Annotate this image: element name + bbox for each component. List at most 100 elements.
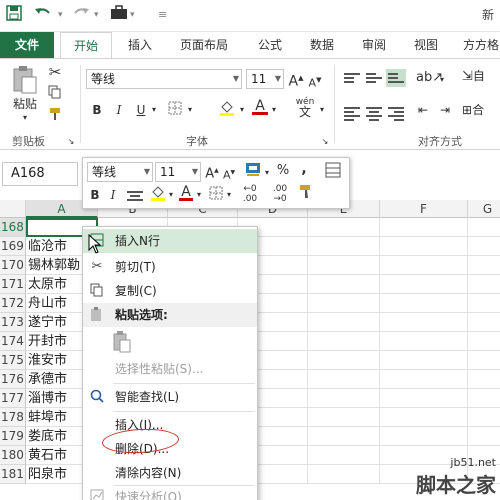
mini-italic-button[interactable]: I [107, 186, 119, 204]
cell[interactable] [308, 313, 380, 332]
mini-align-center-icon[interactable] [127, 189, 143, 203]
cell[interactable] [380, 256, 468, 275]
cell[interactable] [468, 237, 500, 256]
cell[interactable] [468, 370, 500, 389]
paste-dropdown-icon[interactable]: ▾ [10, 109, 40, 127]
cell[interactable] [308, 218, 380, 237]
cell[interactable] [380, 313, 468, 332]
cell[interactable] [308, 465, 380, 484]
row-header[interactable]: 177 [0, 389, 26, 408]
cell[interactable] [308, 275, 380, 294]
menu-paste-special[interactable]: 选择性粘贴(S)... [83, 357, 257, 381]
align-center-icon[interactable] [366, 105, 382, 121]
mini-format-icon[interactable] [323, 162, 343, 183]
cell[interactable] [468, 408, 500, 427]
font-color-button[interactable]: A [252, 97, 268, 115]
menu-clear-contents[interactable]: 清除内容(N) [83, 461, 257, 485]
underline-button[interactable]: U [134, 101, 148, 119]
row-header[interactable]: 176 [0, 370, 26, 389]
underline-dropdown-icon[interactable]: ▾ [150, 101, 158, 119]
increase-indent-icon[interactable]: ⇥ [436, 101, 454, 119]
grow-font-button[interactable]: A▲ [288, 69, 304, 91]
tab-formulas[interactable]: 公式 [248, 32, 292, 58]
clipboard-launcher-icon[interactable]: ↘ [66, 133, 76, 151]
row-header[interactable]: 172 [0, 294, 26, 313]
cell[interactable] [468, 313, 500, 332]
align-right-icon[interactable] [388, 105, 404, 121]
mini-percent-button[interactable]: % [275, 162, 291, 180]
mini-font-color-button[interactable]: A [179, 183, 193, 201]
font-size-select[interactable]: 11 ▼ [246, 69, 284, 89]
merge-center-button[interactable]: ⊞合 [462, 101, 500, 119]
row-header[interactable]: 169 [0, 237, 26, 256]
mini-format-painter-icon[interactable] [297, 184, 315, 205]
mini-borders-dropdown-icon[interactable]: ▾ [225, 186, 233, 204]
tab-data[interactable]: 数据 [300, 32, 344, 58]
customize-qat-icon[interactable]: ≡ [158, 5, 167, 25]
tab-review[interactable]: 审阅 [352, 32, 396, 58]
align-top-icon[interactable] [344, 71, 360, 85]
decrease-indent-icon[interactable]: ⇤ [414, 101, 432, 119]
tab-view[interactable]: 视图 [404, 32, 448, 58]
row-header[interactable]: 178 [0, 408, 26, 427]
menu-cut[interactable]: ✂ 剪切(T) [83, 255, 257, 279]
mini-font-name-select[interactable]: 等线 ▼ [87, 162, 153, 182]
redo-dropdown-icon[interactable]: ▾ [94, 5, 99, 25]
undo-dropdown-icon[interactable]: ▾ [58, 5, 63, 25]
row-header[interactable]: 174 [0, 332, 26, 351]
paste-icon[interactable] [10, 65, 40, 95]
menu-copy[interactable]: 复制(C) [83, 279, 257, 303]
cell[interactable] [380, 370, 468, 389]
row-header[interactable]: 180 [0, 446, 26, 465]
cell[interactable] [380, 237, 468, 256]
cell[interactable] [380, 218, 468, 237]
copy-icon[interactable] [46, 85, 64, 104]
mini-font-color-dropdown-icon[interactable]: ▾ [195, 186, 203, 204]
undo-icon[interactable] [34, 5, 52, 25]
cell[interactable] [468, 256, 500, 275]
mini-increase-decimal-button[interactable]: ←0.00 [237, 184, 263, 204]
cell[interactable] [308, 427, 380, 446]
phonetic-dropdown-icon[interactable]: ▾ [318, 101, 326, 119]
row-header[interactable]: 168 [0, 218, 26, 237]
align-middle-icon[interactable] [366, 71, 382, 85]
mini-borders-icon[interactable] [207, 186, 225, 205]
mini-comma-button[interactable]: , [297, 160, 311, 178]
cell[interactable] [380, 275, 468, 294]
font-launcher-icon[interactable]: ↘ [320, 133, 330, 151]
orientation-icon[interactable]: ab↗ [416, 69, 443, 87]
row-header[interactable]: 179 [0, 427, 26, 446]
tab-page-layout[interactable]: 页面布局 [170, 32, 238, 58]
cell[interactable] [468, 389, 500, 408]
tab-insert[interactable]: 插入 [118, 32, 162, 58]
shrink-font-button[interactable]: A▼ [308, 71, 322, 93]
borders-dropdown-icon[interactable]: ▾ [186, 101, 194, 119]
cell[interactable] [380, 294, 468, 313]
cell[interactable] [308, 294, 380, 313]
cell[interactable] [308, 351, 380, 370]
cell[interactable] [468, 218, 500, 237]
cell[interactable] [468, 351, 500, 370]
save-icon[interactable] [6, 5, 22, 25]
phonetic-guide-button[interactable]: wén 文 [294, 97, 316, 119]
cell[interactable] [380, 427, 468, 446]
mini-number-format-dropdown-icon[interactable]: ▾ [263, 164, 271, 182]
toolbox-dropdown-icon[interactable]: ▾ [130, 5, 135, 25]
cell[interactable] [380, 408, 468, 427]
column-header-g[interactable]: G [468, 200, 500, 218]
row-header[interactable]: 181 [0, 465, 26, 484]
mini-grow-font-button[interactable]: A▲ [205, 162, 219, 183]
fill-color-icon[interactable] [218, 99, 236, 122]
redo-icon[interactable] [72, 5, 90, 25]
mini-decrease-decimal-button[interactable]: .00 →0 [267, 184, 293, 204]
cell[interactable] [308, 237, 380, 256]
mini-bold-button[interactable]: B [89, 186, 101, 204]
cut-icon[interactable]: ✂ [46, 63, 64, 81]
name-box[interactable]: A168 [2, 162, 78, 186]
cell[interactable] [308, 256, 380, 275]
cell[interactable] [468, 332, 500, 351]
menu-smart-lookup[interactable]: 智能查找(L) [83, 385, 257, 409]
cell[interactable] [468, 294, 500, 313]
cell[interactable] [308, 446, 380, 465]
mini-fill-color-icon[interactable] [149, 184, 167, 207]
